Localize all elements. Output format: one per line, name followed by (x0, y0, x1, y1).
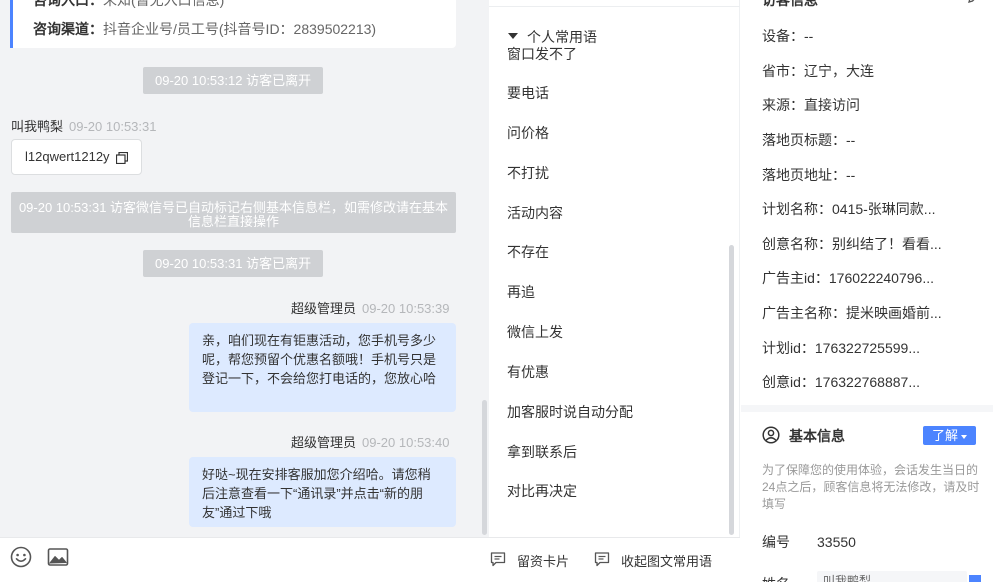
collapse-phrases-button[interactable]: 收起图文常用语 (594, 551, 712, 570)
user-circle-icon (762, 426, 780, 444)
chat-toolbar: 留资卡片 收起图文常用语 (0, 537, 740, 582)
consult-entry-label: 咨询入口： (33, 0, 103, 8)
visitor-message-text: l12qwert1212y (25, 149, 110, 164)
agent-message-meta-2: 超级管理员 09-20 10:53:40 (291, 432, 449, 451)
edit-notice: 为了保障您的使用体验，会话发生当日的24点之后，顾客信息将无法修改，请及时填写 (762, 463, 980, 511)
phrase-group-label: 个人常用语 (527, 29, 597, 45)
phrase-item[interactable]: 有优惠 (507, 362, 549, 382)
info-row-plan-name: 计划名称：0415-张琳同款... (762, 201, 936, 217)
visitor-info-title: 访客信息 (762, 0, 818, 8)
agent-name: 超级管理员 (291, 301, 357, 316)
lead-card-button[interactable]: 留资卡片 (490, 551, 569, 570)
consult-channel-label: 咨询渠道： (33, 21, 103, 37)
common-phrases-panel: 个人常用语 窗口发不了 要电话 问价格 不打扰 活动内容 不存在 再追 微信上发… (489, 0, 740, 537)
info-row-plan-id: 计划id：176322725599... (762, 340, 920, 356)
field-id: 编号 33550 (762, 532, 856, 552)
agent-message-bubble: 亲，咱们现在有钜惠活动，您手机号多少呢，帮您预留个优惠名额哦！手机号只是登记一下… (189, 323, 456, 412)
phrases-divider (489, 6, 740, 7)
section-divider (741, 405, 993, 412)
info-row-advertiser-name: 广告主名称：提米映画婚前... (762, 305, 942, 321)
agent-name-2: 超级管理员 (291, 435, 357, 450)
consult-info-card: 咨询入口：未知(暂无入口信息) 咨询渠道：抖音企业号/员工号(抖音号ID：283… (10, 0, 456, 48)
info-row-source: 来源：直接访问 (762, 97, 860, 113)
caret-down-icon (961, 434, 967, 439)
info-row-landing-title: 落地页标题：-- (762, 132, 856, 148)
field-name-input[interactable]: 叫我鸭梨 (817, 571, 967, 582)
system-message-wechat-marked: 09-20 10:53:31 访客微信号已自动标记右侧基本信息栏，如需修改请在基… (11, 192, 456, 233)
info-row-region: 省市：辽宁，大连 (762, 63, 874, 79)
phrase-item[interactable]: 再追 (507, 282, 535, 302)
phrase-item[interactable]: 要电话 (507, 83, 549, 103)
agent-message-time-2: 09-20 10:53:40 (362, 435, 450, 450)
image-icon[interactable] (47, 546, 69, 568)
lead-card-label: 留资卡片 (517, 554, 570, 569)
phrase-item[interactable]: 问价格 (507, 123, 549, 143)
chat-panel: 咨询入口：未知(暂无入口信息) 咨询渠道：抖音企业号/员工号(抖音号ID：283… (0, 0, 489, 537)
agent-message-time: 09-20 10:53:39 (362, 301, 450, 316)
phrase-item[interactable]: 拿到联系后 (507, 442, 577, 462)
info-row-advertiser-id: 广告主id：176022240796... (762, 270, 934, 286)
visitor-name: 叫我鸭梨 (11, 119, 64, 134)
phrase-item[interactable]: 对比再决定 (507, 481, 577, 501)
chat-bubble-icon[interactable] (968, 573, 982, 582)
system-message-visitor-left-2: 09-20 10:53:31 访客已离开 (143, 250, 324, 277)
consult-entry-value: 未知(暂无入口信息) (103, 0, 225, 8)
phrase-item[interactable]: 微信上发 (507, 322, 563, 342)
basic-info-title: 基本信息 (762, 426, 845, 446)
learn-more-label: 了解 (931, 428, 958, 443)
copy-icon[interactable] (116, 152, 128, 164)
field-id-label: 编号 (762, 534, 790, 550)
visitor-message-time: 09-20 10:53:31 (69, 119, 157, 134)
learn-more-button[interactable]: 了解 (923, 426, 976, 445)
phrase-item[interactable]: 加客服时说自动分配 (507, 402, 633, 422)
chat-scrollbar[interactable] (482, 400, 487, 535)
phrases-scrollbar[interactable] (729, 245, 734, 535)
customer-info-panel: 访客信息 设备：-- 省市：辽宁，大连 来源：直接访问 落地页标题：-- 落地页… (741, 0, 993, 582)
visitor-message-bubble[interactable]: l12qwert1212y (11, 139, 142, 175)
agent-message-meta: 超级管理员 09-20 10:53:39 (291, 298, 449, 317)
info-row-creative-id: 创意id：176322768887... (762, 374, 920, 390)
phrase-item[interactable]: 不打扰 (507, 163, 549, 183)
message-icon (594, 552, 610, 567)
field-name-label: 姓名 (762, 574, 790, 582)
basic-info-label: 基本信息 (789, 428, 845, 444)
caret-down-icon (508, 33, 518, 40)
info-row-device: 设备：-- (762, 28, 814, 44)
agent-message-bubble-2: 好哒~现在安排客服加您介绍哈。请您稍后注意查看一下“通讯录”并点击“新的朋友”通… (189, 457, 456, 527)
collapse-phrases-label: 收起图文常用语 (621, 554, 713, 569)
card-icon (490, 552, 506, 567)
info-row-creative-name: 创意名称：别纠结了！看看... (762, 236, 942, 252)
phrase-item[interactable]: 窗口发不了 (507, 44, 577, 64)
system-message-visitor-left: 09-20 10:53:12 访客已离开 (143, 67, 324, 94)
info-row-landing-url: 落地页地址：-- (762, 167, 856, 183)
consult-entry-row: 咨询入口：未知(暂无入口信息) (33, 0, 224, 10)
consult-channel-row: 咨询渠道：抖音企业号/员工号(抖音号ID：2839502213) (33, 19, 376, 39)
consult-channel-value: 抖音企业号/员工号(抖音号ID：2839502213) (103, 21, 377, 37)
visitor-message-meta: 叫我鸭梨 09-20 10:53:31 (11, 116, 156, 135)
edit-icon[interactable] (967, 0, 981, 4)
field-id-value: 33550 (817, 534, 856, 550)
smile-icon[interactable] (10, 546, 32, 568)
phrase-item[interactable]: 活动内容 (507, 203, 563, 223)
phrase-item[interactable]: 不存在 (507, 242, 549, 262)
